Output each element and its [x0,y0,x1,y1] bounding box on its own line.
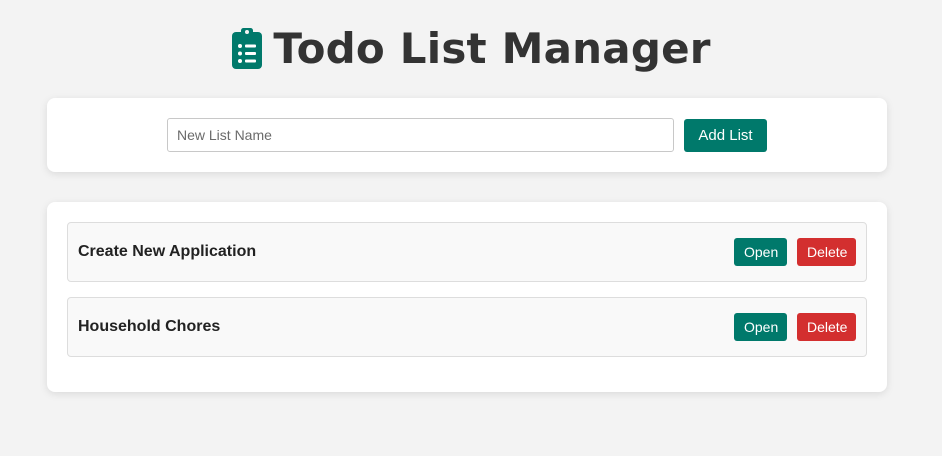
add-list-button[interactable]: Add List [684,118,767,152]
list-item-name: Household Chores [78,318,221,335]
page-title: Todo List Manager [273,23,711,73]
add-list-card: Add List [47,98,887,172]
list-item-name: Create New Application [78,243,257,260]
list-item: Household Chores Open Delete [67,297,867,357]
lists-card: Create New Application Open Delete House… [47,202,887,392]
new-list-name-input[interactable] [167,118,674,152]
delete-button[interactable]: Delete [797,313,856,341]
open-button[interactable]: Open [734,238,787,266]
clipboard-list-icon [231,26,263,70]
list-item: Create New Application Open Delete [67,222,867,282]
page-header: Todo List Manager [0,22,942,74]
open-button[interactable]: Open [734,313,787,341]
delete-button[interactable]: Delete [797,238,856,266]
